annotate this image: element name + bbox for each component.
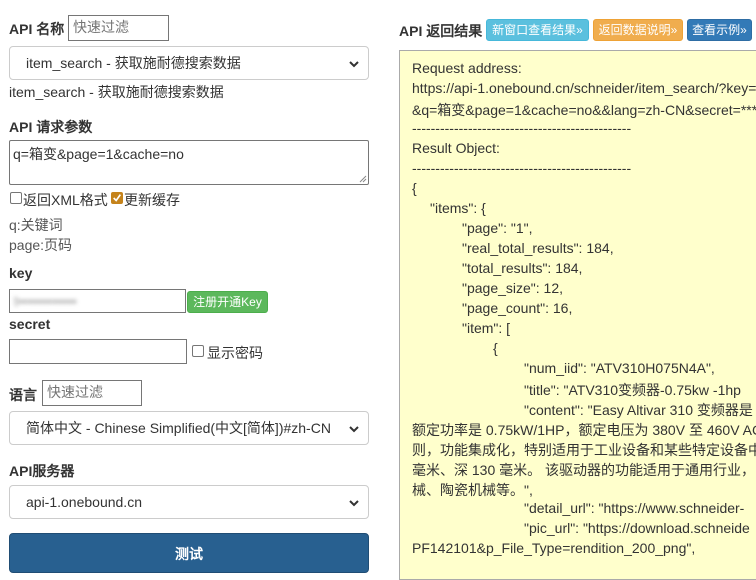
secret-input[interactable]: [9, 339, 187, 364]
chevron-down-icon: [349, 61, 359, 68]
result-line: "total_results": 184,: [462, 260, 583, 276]
register-key-button[interactable]: 注册开通Key: [187, 291, 268, 313]
lang-label: 语言: [9, 387, 37, 403]
chevron-down-icon: [349, 426, 359, 433]
chevron-down-icon: [349, 500, 359, 507]
result-line: "num_iid": "ATV310H075N4A",: [524, 360, 715, 376]
result-line: &q=箱变&page=1&cache=no&&lang=zh-CN&secret…: [412, 102, 756, 118]
result-line: "content": "Easy Altivar 310 变频器是: [524, 402, 753, 418]
params-textarea[interactable]: q=箱变&page=1&cache=no: [9, 140, 369, 185]
result-line: 额定功率是 0.75kW/1HP，额定电压为 380V 至 460V AC: [412, 422, 756, 438]
result-line: "real_total_results": 184,: [462, 240, 614, 256]
result-line: https://api-1.onebound.cn/schneider/item…: [412, 80, 756, 96]
api-name-label: API 名称: [9, 21, 65, 37]
hint-q: q:关键词: [9, 217, 63, 233]
result-line: "page_size": 12,: [462, 280, 564, 296]
key-label: key: [9, 265, 33, 281]
result-line: Result Object:: [412, 140, 500, 156]
result-title: API 返回结果: [399, 23, 483, 39]
secret-label: secret: [9, 316, 51, 332]
return-xml-checkbox[interactable]: [10, 192, 22, 204]
server-select[interactable]: api-1.onebound.cn: [9, 485, 369, 519]
result-line: "items": {: [430, 200, 486, 216]
server-label: API服务器: [9, 463, 75, 479]
result-line: ----------------------------------------…: [412, 160, 632, 176]
result-line: "title": "ATV310变频器-0.75kw -1hp: [524, 382, 741, 398]
result-line: {: [412, 180, 417, 196]
example-button[interactable]: 查看示例»: [687, 19, 752, 41]
new-window-button[interactable]: 新窗口查看结果»: [486, 19, 589, 41]
api-desc: item_search - 获取施耐德搜索数据: [9, 84, 224, 100]
lang-select-value: 简体中文 - Chinese Simplified(中文[简体])#zh-CN: [26, 420, 331, 436]
result-line: PF142101&p_File_Type=rendition_200_png",: [412, 540, 696, 556]
key-input[interactable]: t••••••••••••: [9, 289, 186, 313]
params-value: q=箱变&page=1&cache=no: [13, 146, 184, 162]
lang-select[interactable]: 简体中文 - Chinese Simplified(中文[简体])#zh-CN: [9, 411, 369, 445]
server-select-value: api-1.onebound.cn: [26, 494, 142, 510]
result-line: "pic_url": "https://download.schneide: [524, 520, 750, 536]
result-line: {: [493, 340, 498, 356]
check-icon: [113, 194, 122, 202]
result-line: "detail_url": "https://www.schneider-: [524, 500, 745, 516]
result-line: ----------------------------------------…: [412, 120, 632, 136]
result-line: "page": "1",: [462, 220, 533, 236]
result-line: Request address:: [412, 60, 522, 76]
lang-filter-input[interactable]: 快速过滤: [42, 380, 142, 406]
result-line: "page_count": 16,: [462, 300, 573, 316]
update-cache-label: 更新缓存: [124, 192, 180, 208]
key-value: t••••••••••••: [14, 293, 77, 309]
resize-handle-icon[interactable]: [359, 175, 367, 183]
result-line: 则，功能集成化，特别适用于工业设备和某些特定设备中: [412, 442, 756, 458]
return-xml-label: 返回XML格式: [23, 192, 108, 208]
result-line: 毫米、深 130 毫米。 该驱动器的功能适用于通用行业，: [412, 462, 756, 478]
result-line: "item": [: [462, 320, 511, 336]
test-button[interactable]: 测试: [9, 533, 369, 573]
api-select[interactable]: item_search - 获取施耐德搜索数据: [9, 46, 369, 80]
result-line: 械、陶瓷机械等。",: [412, 482, 533, 498]
show-password-label: 显示密码: [207, 345, 263, 361]
params-label: API 请求参数: [9, 119, 93, 135]
return-doc-button[interactable]: 返回数据说明»: [593, 19, 683, 41]
hint-page: page:页码: [9, 237, 73, 253]
result-box[interactable]: Request address: https://api-1.onebound.…: [399, 50, 756, 580]
update-cache-checkbox[interactable]: [111, 192, 123, 204]
show-password-checkbox[interactable]: [192, 345, 204, 357]
api-filter-input[interactable]: 快速过滤: [68, 15, 169, 41]
api-select-value: item_search - 获取施耐德搜索数据: [26, 55, 241, 71]
